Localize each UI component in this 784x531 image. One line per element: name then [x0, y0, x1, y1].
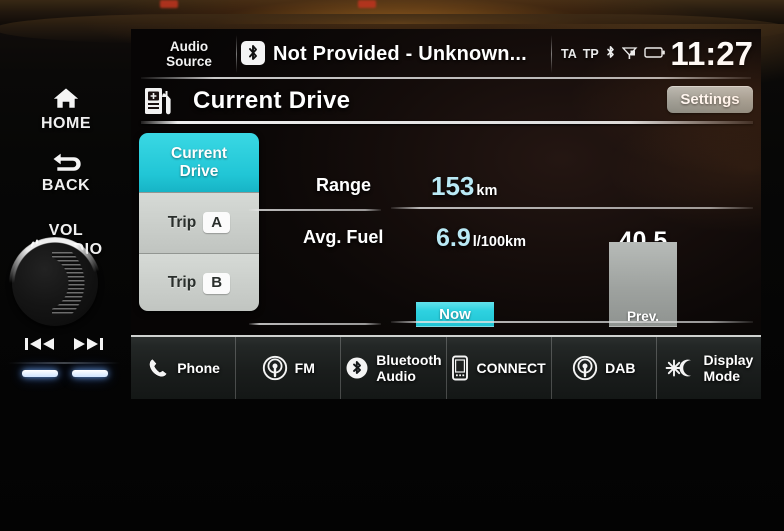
next-track-indicator-led: [72, 370, 108, 377]
next-track-button[interactable]: [70, 336, 106, 356]
page-title-bar: Current Drive Settings: [131, 81, 761, 121]
source-fm-label: FM: [294, 360, 315, 376]
tab-trip-a-label: Trip: [167, 213, 197, 231]
back-button[interactable]: BACK: [30, 150, 102, 195]
next-track-icon: [71, 336, 105, 357]
audio-source-line2: Source: [166, 54, 212, 69]
tab-trip-b-label: Trip: [167, 274, 197, 292]
now-playing-title: Not Provided - Unknown...: [273, 42, 527, 65]
clock: 11:27: [670, 35, 753, 72]
back-arrow-icon: [49, 150, 83, 177]
source-dab[interactable]: DAB: [552, 337, 657, 399]
source-display-mode-line1: Display: [703, 352, 754, 368]
reflection-dot-right: [358, 0, 376, 8]
fuel-economy-bar-chart: 40.5 Now Prev.: [386, 131, 754, 333]
infotainment-screenshot: HOME BACK VOL AUDIO: [0, 0, 784, 531]
source-bluetooth-audio-line1: Bluetooth: [376, 352, 442, 368]
tab-trip-a-badge: A: [203, 212, 231, 234]
source-bluetooth-audio-line2: Audio: [376, 368, 416, 384]
prev-track-indicator-led: [22, 370, 58, 377]
tab-trip-b-badge: B: [203, 272, 231, 294]
page-title: Current Drive: [193, 87, 351, 114]
tp-indicator: TP: [582, 47, 599, 61]
previous-track-icon: [23, 336, 57, 357]
trip-tab-group: Current Drive Trip A Trip B: [139, 133, 259, 311]
source-connect-label: CONNECT: [476, 360, 546, 376]
previous-track-button[interactable]: [22, 336, 58, 356]
ta-indicator: TA: [561, 47, 577, 61]
bluetooth-source-icon: [241, 41, 265, 65]
knob-highlight-ring: [9, 237, 101, 329]
tab-current-drive-line1: Current: [171, 144, 227, 162]
source-connect[interactable]: CONNECT: [447, 337, 552, 399]
fuel-pump-icon: [143, 85, 177, 117]
home-icon: [51, 86, 81, 115]
prev-bar: Prev.: [609, 242, 677, 327]
reflection-dot-left: [160, 0, 178, 8]
source-fm[interactable]: FM: [236, 337, 342, 399]
signal-bars-icon: [621, 46, 638, 63]
audio-source-line1: Audio: [169, 39, 209, 54]
source-bar: Phone FM Bluetooth Audio CONNECT DAB Dis…: [131, 335, 761, 399]
physical-controls-panel: HOME BACK VOL AUDIO: [0, 0, 131, 531]
status-bar: Audio Source Not Provided - Unknown... T…: [131, 29, 761, 79]
panel-divider: [8, 362, 120, 364]
chart-baseline-left: [249, 323, 381, 325]
bluetooth-icon: [605, 45, 616, 64]
title-underline: [141, 121, 753, 124]
chart-baseline-right: [391, 321, 753, 323]
phone-handset-icon: [146, 356, 170, 380]
audio-source-button[interactable]: Audio Source: [143, 33, 235, 75]
back-button-label: BACK: [41, 177, 91, 194]
home-button-label: HOME: [41, 115, 91, 132]
avg-fuel-label: Avg. Fuel: [303, 227, 384, 247]
tab-trip-b[interactable]: Trip B: [139, 252, 259, 311]
home-button[interactable]: HOME: [30, 86, 102, 133]
divider-range-left: [249, 209, 381, 211]
source-display-mode[interactable]: Display Mode: [657, 337, 761, 399]
source-phone-label: Phone: [177, 360, 220, 376]
battery-icon: [644, 46, 666, 62]
now-bar: Now: [416, 302, 494, 327]
bluetooth-icon: [345, 356, 369, 380]
source-display-mode-line2: Mode: [703, 368, 741, 384]
range-label: Range: [316, 175, 372, 195]
tab-trip-a[interactable]: Trip A: [139, 192, 259, 253]
settings-button[interactable]: Settings: [667, 86, 753, 113]
smartphone-icon: [451, 355, 469, 381]
source-bluetooth-audio[interactable]: Bluetooth Audio: [341, 337, 447, 399]
lcd-screen: Audio Source Not Provided - Unknown... T…: [131, 29, 761, 399]
tab-current-drive[interactable]: Current Drive: [139, 133, 259, 193]
radio-broadcast-icon: [262, 355, 288, 381]
sun-moon-icon: [665, 357, 697, 379]
status-divider-left: [236, 35, 237, 73]
radio-broadcast-icon: [572, 355, 598, 381]
drive-info-panel: Current Drive Trip A Trip B Range 153 km: [131, 127, 761, 337]
status-bar-underline: [141, 77, 751, 79]
tab-current-drive-line2: Drive: [179, 162, 219, 180]
source-phone[interactable]: Phone: [131, 337, 237, 399]
system-status-icons: TA TP: [561, 43, 666, 65]
status-divider-right: [551, 35, 552, 73]
source-dab-label: DAB: [605, 360, 636, 376]
